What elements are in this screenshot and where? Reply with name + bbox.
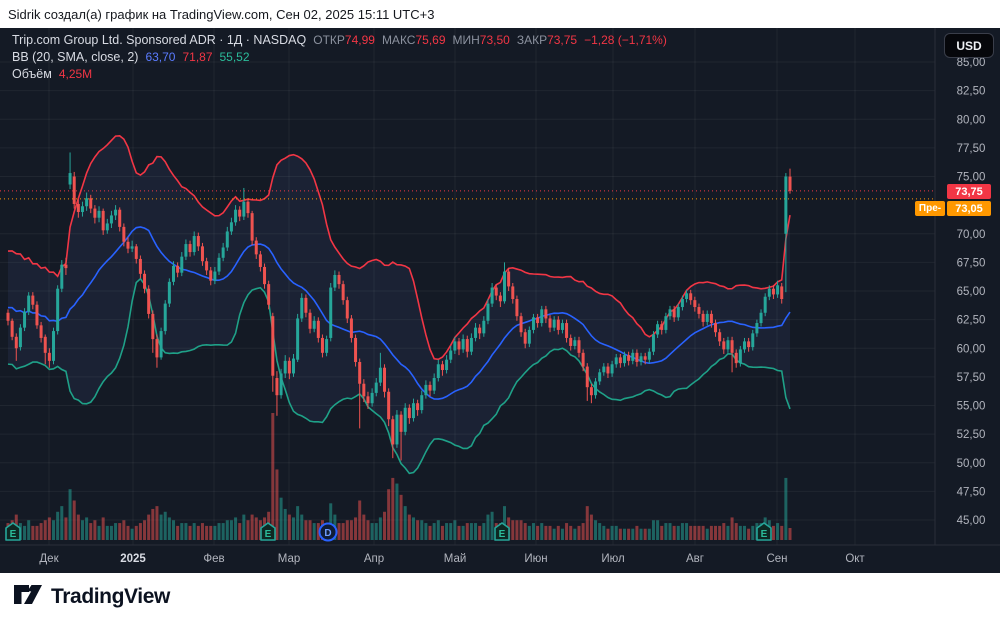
month-label: Мар: [278, 553, 301, 565]
price-label: 75,00: [957, 172, 986, 184]
high-value: 75,69: [415, 33, 446, 47]
price-label: 52,50: [957, 429, 986, 441]
price-label: 45,00: [957, 515, 986, 527]
bb-lower-value: 55,52: [219, 50, 250, 64]
share-meta-bar: Sidrik создал(а) график на TradingView.c…: [0, 0, 1000, 28]
earnings-badge[interactable]: E: [260, 522, 276, 541]
month-label: Июн: [524, 553, 547, 565]
dividend-letter: D: [324, 528, 331, 539]
low-label: МИН: [452, 33, 480, 47]
volume-row[interactable]: Объём 4,25М: [12, 66, 667, 83]
month-label: Май: [444, 553, 467, 565]
price-label: 80,00: [957, 114, 986, 126]
earnings-badge[interactable]: E: [5, 522, 21, 541]
close-label: ЗАКР: [516, 33, 548, 47]
price-label: 82,50: [957, 86, 986, 98]
last-price-badge: 73,75: [947, 184, 991, 199]
month-label: Апр: [364, 553, 384, 565]
earnings-letter: E: [761, 529, 768, 540]
earnings-letter: E: [265, 529, 272, 540]
currency-button[interactable]: USD: [944, 33, 994, 58]
price-label: 70,00: [957, 229, 986, 241]
price-scale[interactable]: 85,00 82,50 80,00 77,50 75,00 70,00 67,50 65,00…: [934, 28, 986, 545]
bb-indicator-name[interactable]: BB (20, SMA, close, 2): [12, 50, 138, 64]
month-label: Июл: [601, 553, 624, 565]
price-label: 50,00: [957, 458, 986, 470]
bollinger-bands: [7, 134, 791, 475]
premarket-tag: Пре-: [915, 201, 945, 216]
open-label: ОТКР: [313, 33, 345, 47]
change-value: −1,28 (−1,71%): [584, 33, 667, 47]
tradingview-brand-text[interactable]: TradingView: [51, 585, 170, 609]
month-label: 2025: [120, 553, 146, 565]
footer-bar: TradingView: [0, 573, 1000, 620]
month-label: Фев: [203, 553, 224, 565]
chart-canvas[interactable]: 85,00 82,50 80,00 77,50 75,00 70,00 67,50 65,00…: [0, 28, 1000, 573]
premarket-price-badge: 73,05: [947, 201, 991, 216]
price-label: 60,00: [957, 343, 986, 355]
earnings-badge[interactable]: E: [494, 522, 510, 541]
bb-basis-value: 63,70: [145, 50, 176, 64]
price-label: 55,00: [957, 401, 986, 413]
share-meta-text: Sidrik создал(а) график на TradingView.c…: [8, 6, 435, 22]
indicator-row[interactable]: BB (20, SMA, close, 2) 63,70 71,87 55,52: [12, 49, 667, 66]
chart-legend: Trip.com Group Ltd. Sponsored ADR · 1Д ·…: [12, 32, 667, 83]
volume-value: 4,25М: [58, 67, 93, 81]
time-scale[interactable]: Дек 2025 Фев Мар Апр Май Июн Июл Авг Сен Окт: [0, 544, 1000, 565]
month-label: Авг: [686, 553, 704, 565]
price-label: 57,50: [957, 372, 986, 384]
dividend-badge[interactable]: D: [318, 522, 338, 542]
grid: [0, 28, 935, 545]
month-label: Дек: [39, 553, 59, 565]
chart-container: 85,00 82,50 80,00 77,50 75,00 70,00 67,50 65,00…: [0, 28, 1000, 573]
high-label: МАКС: [381, 33, 416, 47]
earnings-badge[interactable]: E: [756, 522, 772, 541]
price-label: 65,00: [957, 286, 986, 298]
symbol-row[interactable]: Trip.com Group Ltd. Sponsored ADR · 1Д ·…: [12, 32, 667, 49]
open-value: 74,99: [344, 33, 375, 47]
low-value: 73,50: [479, 33, 510, 47]
symbol-title[interactable]: Trip.com Group Ltd. Sponsored ADR · 1Д ·…: [12, 33, 306, 47]
price-label: 67,50: [957, 257, 986, 269]
price-label: 62,50: [957, 315, 986, 327]
price-label: 77,50: [957, 143, 986, 155]
bb-upper-value: 71,87: [182, 50, 213, 64]
earnings-letter: E: [10, 529, 17, 540]
price-label: 47,50: [957, 486, 986, 498]
earnings-letter: E: [499, 529, 506, 540]
month-label: Окт: [845, 553, 865, 565]
close-value: 73,75: [547, 33, 578, 47]
volume-label[interactable]: Объём: [12, 67, 52, 81]
tradingview-logo-icon[interactable]: [13, 584, 43, 610]
month-label: Сен: [766, 553, 787, 565]
price-label: 85,00: [957, 57, 986, 69]
